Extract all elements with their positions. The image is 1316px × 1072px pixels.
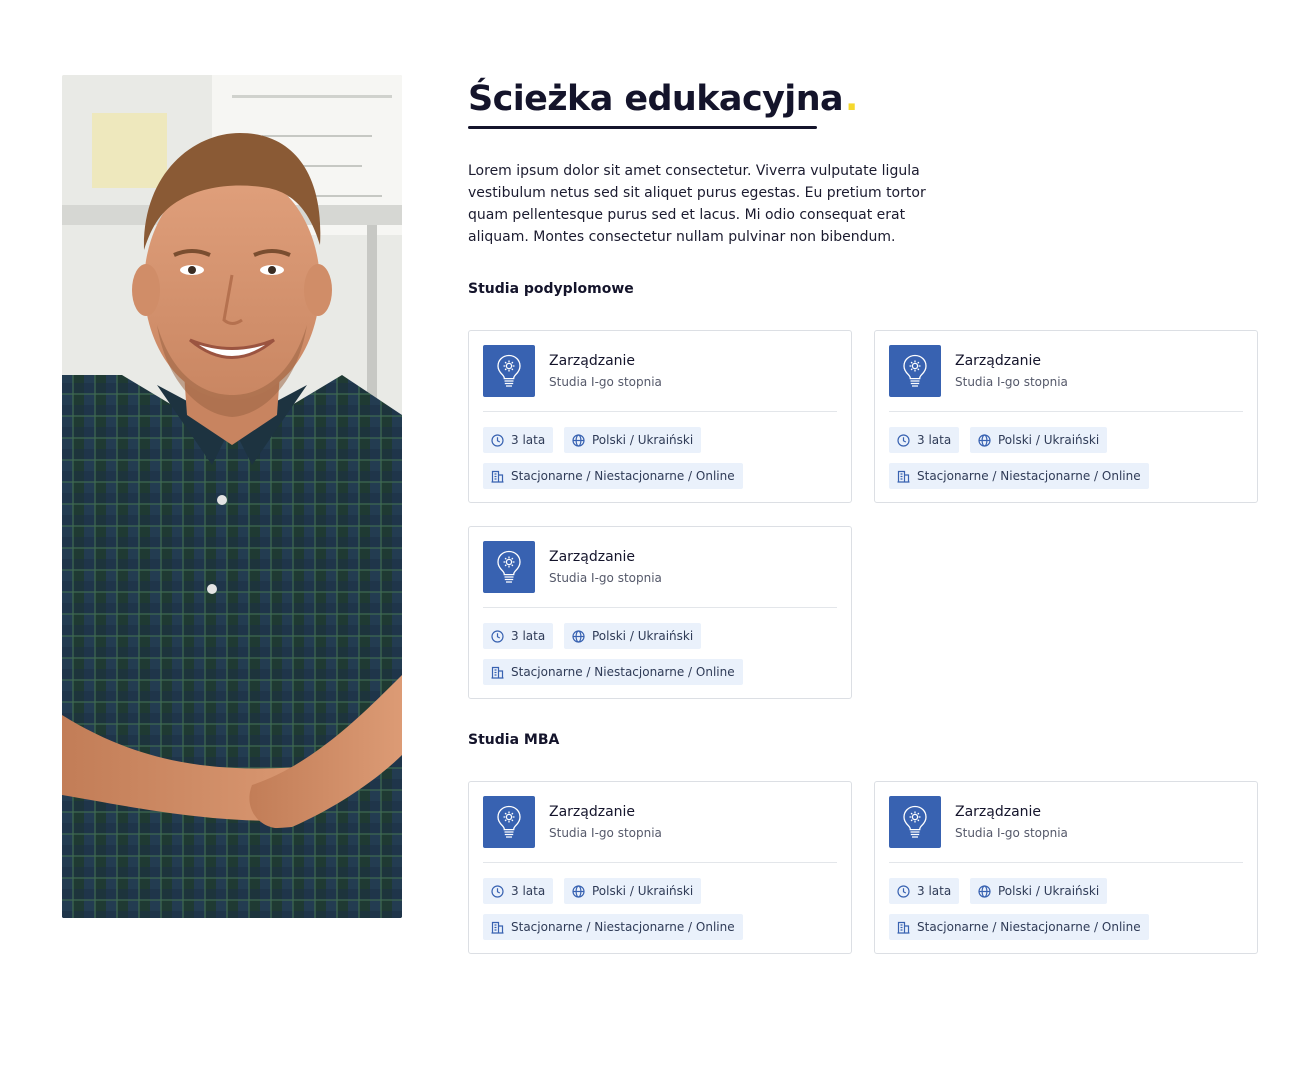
study-mode-chip: Stacjonarne / Niestacjonarne / Online [483, 463, 743, 489]
lightbulb-gear-icon [483, 796, 535, 848]
language-text: Polski / Ukraiński [592, 433, 694, 447]
language-chip: Polski / Ukraiński [970, 427, 1108, 453]
building-icon [897, 470, 910, 483]
duration-text: 3 lata [917, 884, 952, 898]
language-text: Polski / Ukraiński [998, 884, 1100, 898]
page-title-text: Ścieżka edukacyjna [468, 79, 844, 119]
clock-icon [897, 433, 910, 447]
page-title: Ścieżka edukacyjna. [468, 78, 858, 120]
building-icon [897, 921, 910, 934]
program-card[interactable]: Zarządzanie Studia I-go stopnia 3 lata P… [468, 781, 852, 954]
study-mode-text: Stacjonarne / Niestacjonarne / Online [917, 920, 1141, 934]
globe-icon [572, 629, 585, 643]
language-chip: Polski / Ukraiński [564, 878, 702, 904]
card-divider [483, 862, 837, 863]
language-text: Polski / Ukraiński [592, 884, 694, 898]
study-mode-text: Stacjonarne / Niestacjonarne / Online [511, 665, 735, 679]
card-title: Zarządzanie [549, 353, 636, 369]
duration-text: 3 lata [917, 433, 952, 447]
building-icon [491, 921, 504, 934]
study-mode-text: Stacjonarne / Niestacjonarne / Online [511, 469, 735, 483]
card-title: Zarządzanie [955, 804, 1042, 820]
card-title: Zarządzanie [549, 804, 636, 820]
card-subtitle: Studia I-go stopnia [549, 375, 662, 389]
program-card[interactable]: Zarządzanie Studia I-go stopnia 3 lata P… [874, 781, 1258, 954]
clock-icon [491, 433, 504, 447]
globe-icon [978, 884, 991, 898]
study-mode-chip: Stacjonarne / Niestacjonarne / Online [889, 463, 1149, 489]
study-mode-chip: Stacjonarne / Niestacjonarne / Online [483, 914, 743, 940]
clock-icon [897, 884, 910, 898]
title-underline [468, 126, 817, 129]
globe-icon [572, 884, 585, 898]
duration-chip: 3 lata [483, 878, 554, 904]
duration-chip: 3 lata [483, 427, 554, 453]
language-chip: Polski / Ukraiński [564, 427, 702, 453]
study-mode-text: Stacjonarne / Niestacjonarne / Online [917, 469, 1141, 483]
duration-text: 3 lata [511, 884, 546, 898]
study-mode-chip: Stacjonarne / Niestacjonarne / Online [889, 914, 1149, 940]
card-divider [483, 607, 837, 608]
card-subtitle: Studia I-go stopnia [955, 375, 1068, 389]
language-text: Polski / Ukraiński [998, 433, 1100, 447]
clock-icon [491, 629, 504, 643]
card-title: Zarządzanie [549, 549, 636, 565]
duration-text: 3 lata [511, 629, 546, 643]
duration-chip: 3 lata [483, 623, 554, 649]
globe-icon [978, 433, 991, 447]
card-title: Zarządzanie [955, 353, 1042, 369]
lightbulb-gear-icon [889, 796, 941, 848]
program-card[interactable]: Zarządzanie Studia I-go stopnia 3 lata P… [874, 330, 1258, 503]
building-icon [491, 666, 504, 679]
card-divider [889, 411, 1243, 412]
card-subtitle: Studia I-go stopnia [955, 826, 1068, 840]
lightbulb-gear-icon [889, 345, 941, 397]
study-mode-chip: Stacjonarne / Niestacjonarne / Online [483, 659, 743, 685]
card-divider [483, 411, 837, 412]
program-card[interactable]: Zarządzanie Studia I-go stopnia 3 lata P… [468, 526, 852, 699]
building-icon [491, 470, 504, 483]
section-title-studia-podyplomowe: Studia podyplomowe [468, 281, 634, 297]
card-subtitle: Studia I-go stopnia [549, 571, 662, 585]
duration-chip: 3 lata [889, 878, 960, 904]
language-text: Polski / Ukraiński [592, 629, 694, 643]
duration-chip: 3 lata [889, 427, 960, 453]
card-divider [889, 862, 1243, 863]
section-title-studia-mba: Studia MBA [468, 732, 560, 748]
duration-text: 3 lata [511, 433, 546, 447]
study-mode-text: Stacjonarne / Niestacjonarne / Online [511, 920, 735, 934]
globe-icon [572, 433, 585, 447]
program-card[interactable]: Zarządzanie Studia I-go stopnia 3 lata P… [468, 330, 852, 503]
title-accent-dot: . [845, 79, 858, 119]
lightbulb-gear-icon [483, 345, 535, 397]
language-chip: Polski / Ukraiński [564, 623, 702, 649]
lightbulb-gear-icon [483, 541, 535, 593]
language-chip: Polski / Ukraiński [970, 878, 1108, 904]
clock-icon [491, 884, 504, 898]
profile-photo [62, 75, 402, 918]
card-subtitle: Studia I-go stopnia [549, 826, 662, 840]
intro-paragraph: Lorem ipsum dolor sit amet consectetur. … [468, 163, 926, 245]
